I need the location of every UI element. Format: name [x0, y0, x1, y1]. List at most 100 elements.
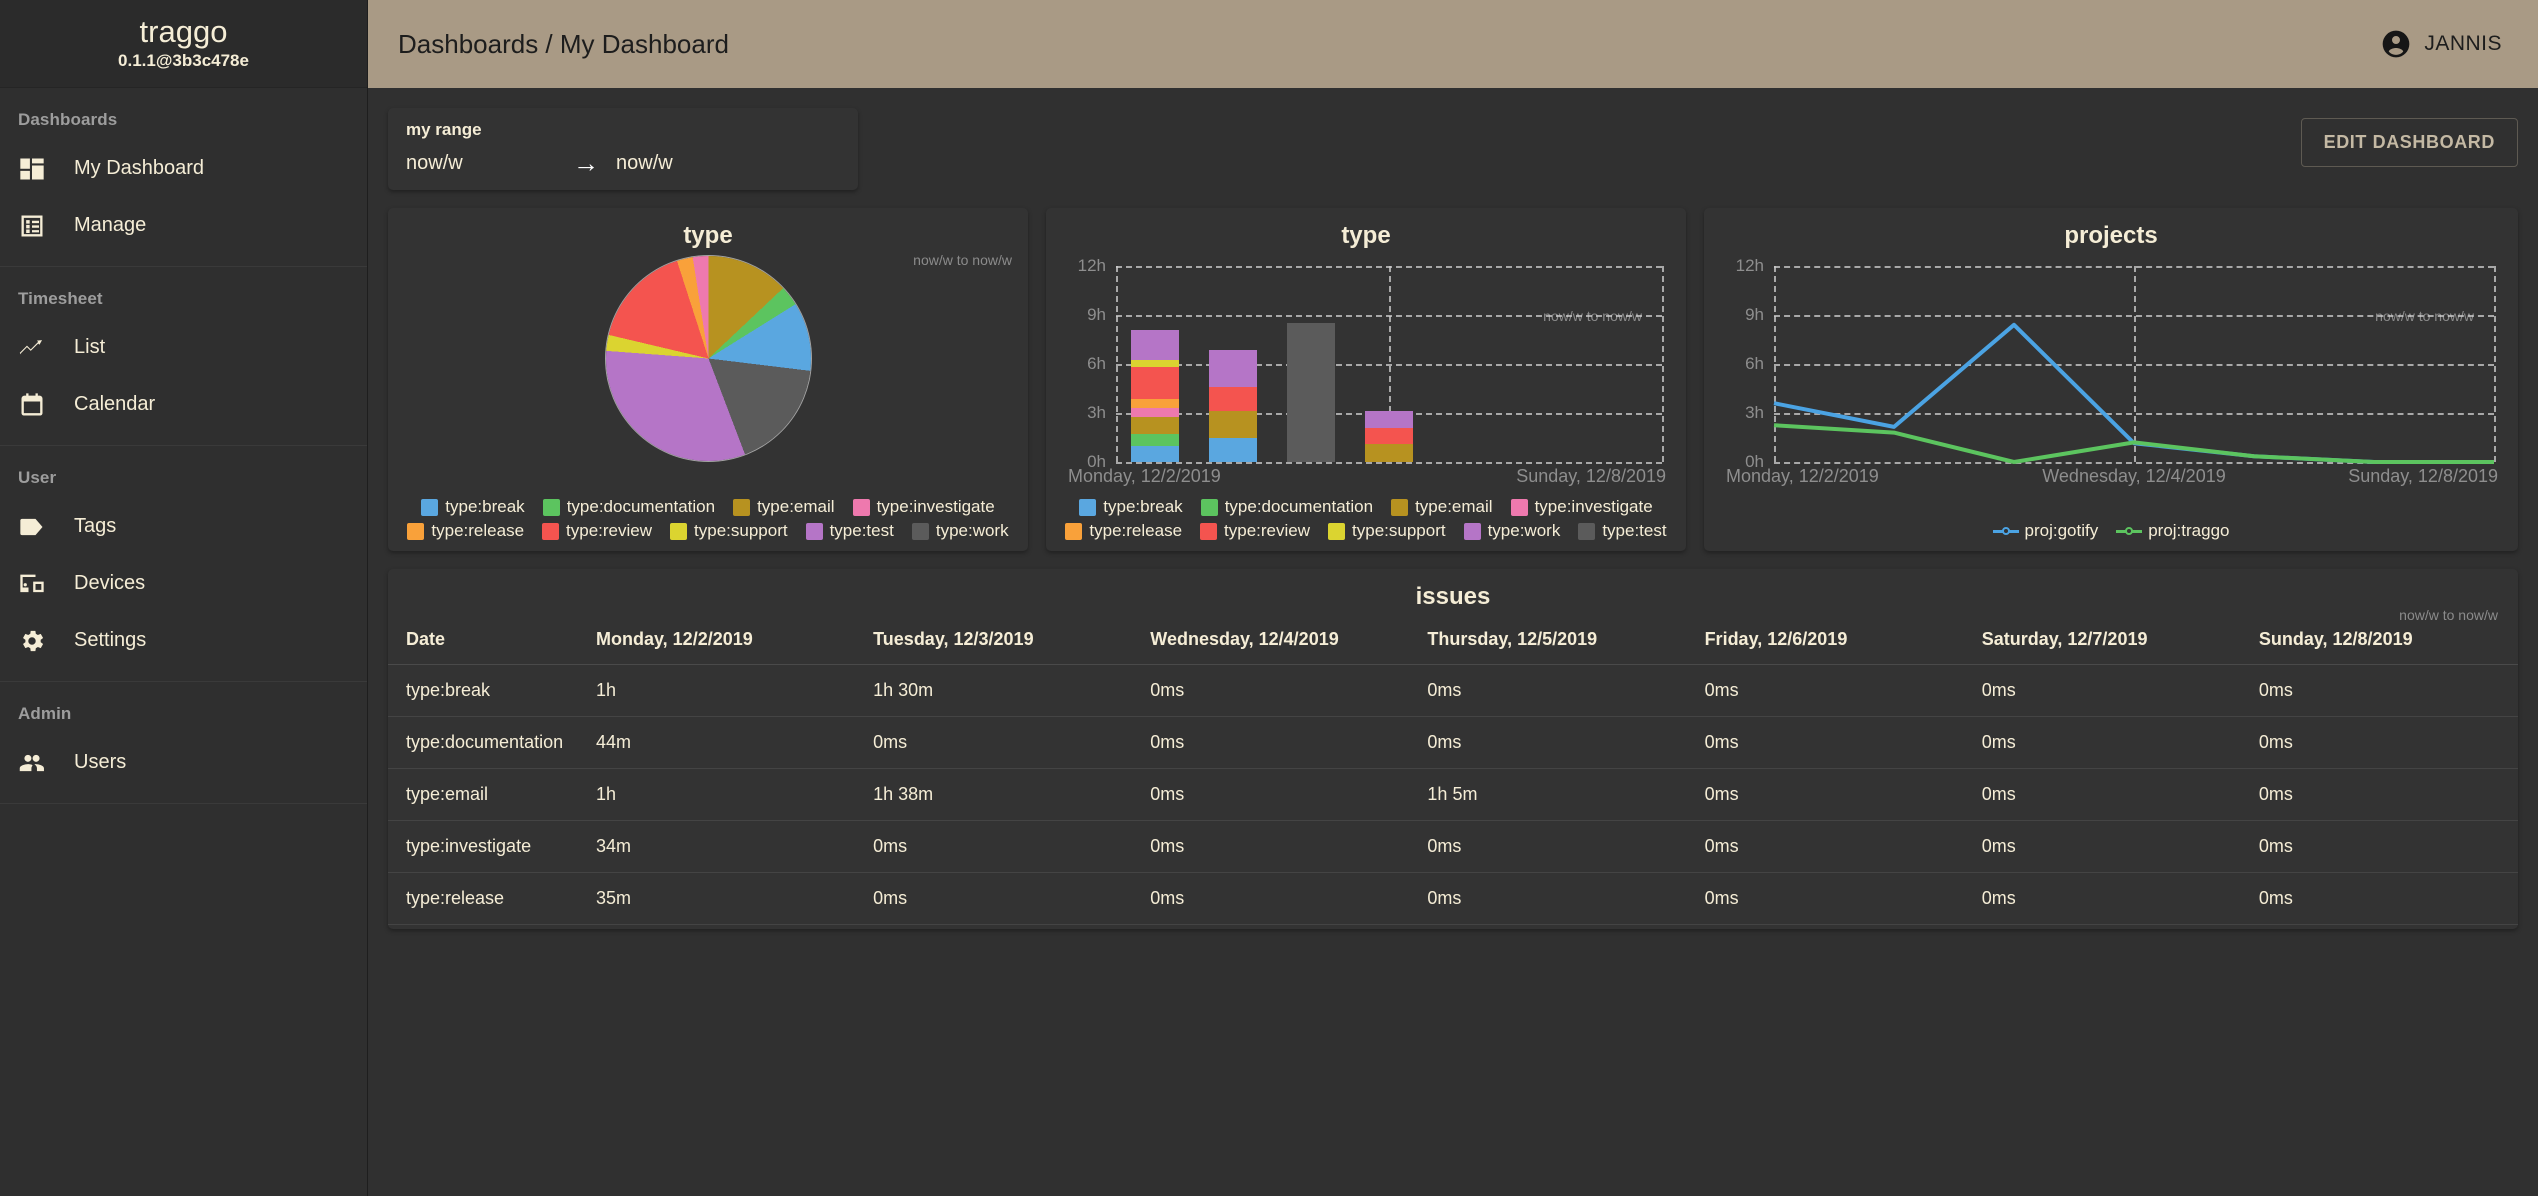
y-axis-tick-label: 3h [1087, 403, 1106, 422]
pie-chart-title: type [683, 222, 733, 249]
legend-item-type-documentation[interactable]: type:documentation [542, 497, 715, 517]
legend-item-type-review[interactable]: type:review [542, 521, 652, 541]
sidebar-item-settings[interactable]: Settings [0, 612, 367, 669]
bar-segment[interactable] [1130, 445, 1180, 462]
issues-row-value: 0ms [855, 872, 1133, 925]
range-selector[interactable]: my range now/w → now/w [388, 108, 858, 190]
bar-segment[interactable] [1130, 433, 1180, 446]
issues-table-column-header[interactable]: Wednesday, 12/4/2019 [1132, 617, 1410, 665]
legend-item-type-test[interactable]: type:test [805, 521, 894, 541]
legend-item-type-test[interactable]: type:test [1578, 521, 1667, 541]
bar-column[interactable] [1208, 349, 1258, 462]
brand-block: traggo 0.1.1@3b3c478e [0, 0, 367, 88]
bar-column[interactable] [1286, 323, 1336, 462]
issues-table-column-header[interactable]: Tuesday, 12/3/2019 [855, 617, 1133, 665]
issues-row-value: 0ms [1686, 716, 1964, 769]
x-axis-label-end: Sunday, 12/8/2019 [1516, 466, 1666, 486]
issues-table-column-header[interactable]: Friday, 12/6/2019 [1686, 617, 1964, 665]
issues-table: Date Monday, 12/2/2019 Tuesday, 12/3/2019 W… [388, 617, 2518, 925]
legend-item-type-review[interactable]: type:review [1200, 521, 1310, 541]
bar-segment[interactable] [1364, 410, 1414, 429]
y-axis-tick-label: 3h [1745, 403, 1764, 422]
issues-table-column-header[interactable]: Sunday, 12/8/2019 [2240, 617, 2518, 665]
legend-label: type:release [431, 521, 525, 540]
sidebar-item-calendar[interactable]: Calendar [0, 376, 367, 433]
card-issues-table: issues now/w to now/w Date Monday, 12/2/2… [388, 569, 2518, 929]
range-to-value[interactable]: now/w [616, 152, 673, 175]
x-axis-label-start: Monday, 12/2/2019 [1068, 466, 1221, 486]
bar-segment[interactable] [1208, 387, 1258, 411]
legend-item-type-release[interactable]: type:release [407, 521, 524, 541]
issues-row-value: 0ms [1686, 768, 1964, 821]
legend-item-type-work[interactable]: type:work [911, 521, 1009, 541]
legend-item-type-break[interactable]: type:break [1079, 497, 1183, 517]
legend-color-swatch [542, 522, 560, 540]
pie-chart-area [388, 256, 1028, 461]
sidebar-item-list[interactable]: List [0, 319, 367, 376]
sidebar-item-tags[interactable]: Tags [0, 498, 367, 555]
user-menu-button[interactable]: JANNIS [2380, 28, 2502, 60]
issues-row-label: type:break [388, 664, 578, 717]
legend-item-type-investigate[interactable]: type:investigate [852, 497, 995, 517]
bar-segment[interactable] [1208, 349, 1258, 388]
dashboard-content: my range now/w → now/w EDIT DASHBOARD ty… [368, 88, 2538, 1196]
legend-item-proj-traggo[interactable]: proj:traggo [2116, 521, 2229, 541]
timeline-icon [18, 334, 74, 362]
issues-row-value: 0ms [1686, 820, 1964, 873]
issues-row-value: 0ms [1409, 716, 1687, 769]
legend-label: proj:traggo [2148, 521, 2230, 540]
issues-table-column-header[interactable]: Date [388, 617, 578, 665]
sidebar-item-devices[interactable]: Devices [0, 555, 367, 612]
legend-item-type-email[interactable]: type:email [733, 497, 835, 517]
account-circle-icon [2380, 28, 2412, 60]
bar-segment[interactable] [1208, 437, 1258, 462]
legend-label: type:review [1224, 521, 1311, 540]
line-series-proj-traggo[interactable] [1774, 425, 2494, 462]
issues-row-value: 0ms [1963, 872, 2241, 925]
bar-column[interactable] [1364, 410, 1414, 462]
issues-table-column-header[interactable]: Monday, 12/2/2019 [578, 617, 856, 665]
legend-item-proj-gotify[interactable]: proj:gotify [1992, 521, 2098, 541]
bar-segment[interactable] [1130, 359, 1180, 367]
bar-segment[interactable] [1364, 428, 1414, 445]
bar-segment[interactable] [1364, 444, 1414, 462]
bar-segment[interactable] [1208, 410, 1258, 438]
bar-column[interactable] [1130, 329, 1180, 462]
legend-item-type-support[interactable]: type:support [1328, 521, 1446, 541]
bar-segment[interactable] [1130, 417, 1180, 434]
bar-segment[interactable] [1130, 398, 1180, 409]
legend-color-swatch [542, 498, 560, 516]
legend-item-type-support[interactable]: type:support [670, 521, 788, 541]
issues-row-value: 0ms [1686, 872, 1964, 925]
line-chart-legend: proj:gotify proj:traggo [1704, 521, 2518, 541]
legend-item-type-email[interactable]: type:email [1391, 497, 1493, 517]
issues-table-column-header[interactable]: Thursday, 12/5/2019 [1409, 617, 1687, 665]
legend-item-type-documentation[interactable]: type:documentation [1200, 497, 1373, 517]
line-series-group [1774, 266, 2494, 462]
edit-dashboard-button[interactable]: EDIT DASHBOARD [2300, 118, 2518, 167]
legend-color-swatch [670, 522, 688, 540]
bar-plot-inner[interactable]: now/w to now/w 0h 3h 6h 9h 12h Monday, 12/2/2… [1068, 256, 1666, 486]
legend-color-swatch [852, 498, 870, 516]
legend-item-type-release[interactable]: type:release [1065, 521, 1182, 541]
legend-item-type-break[interactable]: type:break [421, 497, 525, 517]
bar-segment[interactable] [1130, 366, 1180, 399]
sidebar-item-users[interactable]: Users [0, 734, 367, 791]
gridline-horizontal [1116, 462, 1662, 464]
range-from-value[interactable]: now/w [406, 152, 556, 175]
bar-segment[interactable] [1130, 329, 1180, 360]
bar-segment[interactable] [1130, 408, 1180, 418]
pie-chart[interactable] [605, 256, 811, 461]
legend-item-type-investigate[interactable]: type:investigate [1510, 497, 1653, 517]
sidebar-item-manage[interactable]: Manage [0, 197, 367, 254]
legend-item-type-work[interactable]: type:work [1463, 521, 1560, 541]
line-plot-inner[interactable]: now/w to now/w 0h 3h 6h 9h 12h Monday, 12/2/2… [1726, 256, 2498, 486]
sidebar-item-my-dashboard[interactable]: My Dashboard [0, 140, 367, 197]
bar-chart-legend: type:break type:documentation type:email ty… [1046, 497, 1686, 541]
issues-table-column-header[interactable]: Saturday, 12/7/2019 [1963, 617, 2241, 665]
issues-row-value: 0ms [1132, 716, 1410, 769]
y-axis-tick-label: 9h [1745, 305, 1764, 324]
legend-color-swatch [407, 522, 425, 540]
issues-row-value: 34m [578, 820, 856, 873]
bar-segment[interactable] [1286, 323, 1336, 462]
